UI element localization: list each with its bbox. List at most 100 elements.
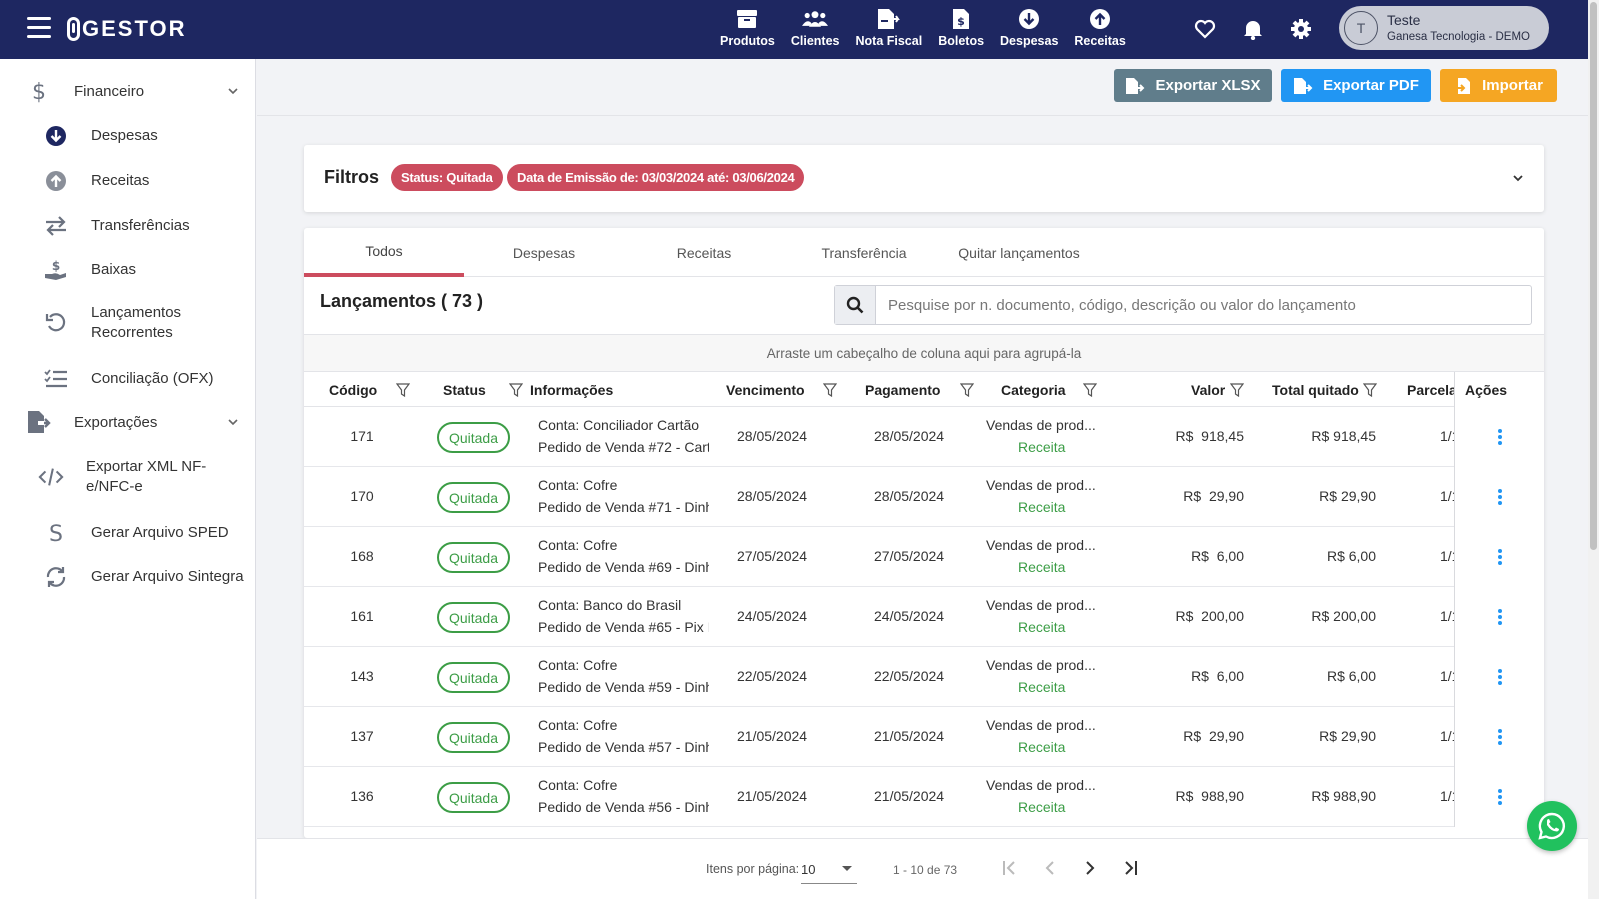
search-input[interactable] [877,286,1529,324]
filter-chip-date[interactable]: Data de Emissão de: 03/03/2024 até: 03/0… [507,164,805,191]
filter-funnel-icon[interactable] [1363,383,1377,397]
filter-panel[interactable]: Filtros Status: Quitada Data de Emissão … [304,145,1544,212]
filter-funnel-icon[interactable] [960,383,974,397]
more-vertical-icon [1497,549,1502,565]
table-row[interactable]: 161 Quitada Conta: Banco do Brasil Pedido d… [304,587,1544,647]
row-actions-button[interactable] [1454,587,1544,647]
box-icon [734,6,760,32]
sidebar-item-sintegra[interactable]: Gerar Arquivo Sintegra [0,562,256,592]
row-actions-button[interactable] [1454,707,1544,767]
export-pdf-button[interactable]: Exportar PDF [1281,69,1431,102]
sidebar-section-exportacoes[interactable]: Exportações [0,402,256,442]
col-status[interactable]: Status [443,372,486,407]
nav-clientes[interactable]: Clientes [791,6,840,48]
cell-valor: R$ 200,00 [1175,608,1245,624]
first-page-icon[interactable] [998,856,1022,880]
tab-todos[interactable]: Todos [304,228,464,277]
col-categoria[interactable]: Categoria [1001,372,1066,407]
row-actions-button[interactable] [1454,647,1544,707]
col-vencimento[interactable]: Vencimento [726,372,805,407]
transfer-icon [43,213,69,239]
table-row[interactable]: 170 Quitada Conta: Cofre Pedido de Venda #7… [304,467,1544,527]
group-panel[interactable]: Arraste um cabeçalho de coluna aqui para… [304,334,1544,372]
cell-categoria: Vendas de prod... [986,477,1096,493]
cell-codigo: 170 [350,488,374,504]
tabs: Todos Despesas Receitas Transferência Qu… [304,228,1544,277]
file-export-icon [1294,77,1313,94]
status-badge: Quitada [437,782,510,813]
user-menu[interactable]: T Teste Ganesa Tecnologia - DEMO [1339,6,1549,50]
tab-despesas[interactable]: Despesas [464,228,624,277]
nav-produtos[interactable]: Produtos [720,6,775,48]
users-icon [802,6,829,32]
table-row[interactable]: 143 Quitada Conta: Cofre Pedido de Venda #5… [304,647,1544,707]
filter-chip-status[interactable]: Status: Quitada [391,164,503,191]
code-icon [38,464,64,490]
sidebar-item-conciliacao[interactable]: Conciliação (OFX) [0,364,256,394]
whatsapp-icon[interactable] [1527,801,1577,851]
col-informacoes[interactable]: Informações [530,372,613,407]
items-per-page-label: Itens por página: [706,862,800,876]
sidebar-item-receitas[interactable]: Receitas [0,166,256,196]
boleto-icon: $ [948,6,974,32]
cell-codigo: 168 [350,548,374,564]
sidebar-item-lancamentos-recorrentes[interactable]: Lançamentos Recorrentes [0,300,256,346]
row-actions-button[interactable] [1454,407,1544,467]
nav-despesas[interactable]: Despesas [1000,6,1058,48]
last-page-icon[interactable] [1118,856,1142,880]
bell-icon[interactable] [1241,17,1265,41]
filter-funnel-icon[interactable] [823,383,837,397]
heart-icon[interactable] [1193,17,1217,41]
sidebar-item-despesas[interactable]: Despesas [0,121,256,151]
cell-pagamento: 28/05/2024 [874,488,945,504]
svg-text:S: S [49,522,63,545]
nav-receitas[interactable]: Receitas [1074,6,1126,48]
menu-icon[interactable] [27,17,51,39]
col-total-quitado[interactable]: Total quitado [1272,372,1359,407]
filter-funnel-icon[interactable] [1083,383,1097,397]
logo-mark-icon [67,17,80,41]
sidebar-item-baixas[interactable]: $ Baixas [0,255,256,285]
prev-page-icon[interactable] [1038,856,1062,880]
table-row[interactable]: 168 Quitada Conta: Cofre Pedido de Venda #6… [304,527,1544,587]
page-range: 1 - 10 de 73 [893,863,958,877]
tab-transferencia[interactable]: Transferência [784,228,944,277]
col-codigo[interactable]: Código [329,372,377,407]
col-parcela[interactable]: Parcela [1407,372,1457,407]
app-logo[interactable]: GESTOR [67,16,187,42]
table-row[interactable]: 137 Quitada Conta: Cofre Pedido de Venda #5… [304,707,1544,767]
nav-nota-fiscal[interactable]: Nota Fiscal [856,6,922,48]
col-valor[interactable]: Valor [1191,372,1225,407]
more-vertical-icon [1497,789,1502,805]
search-icon[interactable] [835,286,876,324]
tab-receitas[interactable]: Receitas [624,228,784,277]
col-pagamento[interactable]: Pagamento [865,372,940,407]
export-xlsx-button[interactable]: Exportar XLSX [1114,69,1272,102]
cell-vencimento: 24/05/2024 [737,608,808,624]
sidebar-item-exportar-xml[interactable]: Exportar XML NF-e/NFC-e [0,454,256,500]
chevron-down-icon [228,88,238,95]
filter-funnel-icon[interactable] [396,383,410,397]
gear-icon[interactable] [1289,17,1313,41]
sync-icon [43,564,69,590]
tab-quitar-lancamentos[interactable]: Quitar lançamentos [944,228,1094,277]
filter-funnel-icon[interactable] [509,383,523,397]
import-button[interactable]: Importar [1440,69,1557,102]
items-per-page-select[interactable]: 10 [801,852,857,884]
cell-info-description: Pedido de Venda #57 - Dinheiro [538,739,709,755]
sidebar-item-sped[interactable]: S Gerar Arquivo SPED [0,518,256,548]
cell-vencimento: 22/05/2024 [737,668,808,684]
chevron-down-icon[interactable] [1511,171,1525,185]
table-row[interactable]: 136 Quitada Conta: Cofre Pedido de Venda #5… [304,767,1544,827]
scrollbar-thumb[interactable] [1590,2,1597,550]
table-row[interactable]: 171 Quitada Conta: Conciliador Cartão Pedid… [304,407,1544,467]
sidebar-item-transferencias[interactable]: Transferências [0,211,256,241]
row-actions-button[interactable] [1454,467,1544,527]
invoice-icon [876,6,902,32]
row-actions-button[interactable] [1454,527,1544,587]
filter-funnel-icon[interactable] [1230,383,1244,397]
sidebar-section-financeiro[interactable]: $ Financeiro [0,71,256,111]
next-page-icon[interactable] [1078,856,1102,880]
nav-boletos[interactable]: $ Boletos [938,6,984,48]
page-scrollbar[interactable] [1588,0,1599,899]
